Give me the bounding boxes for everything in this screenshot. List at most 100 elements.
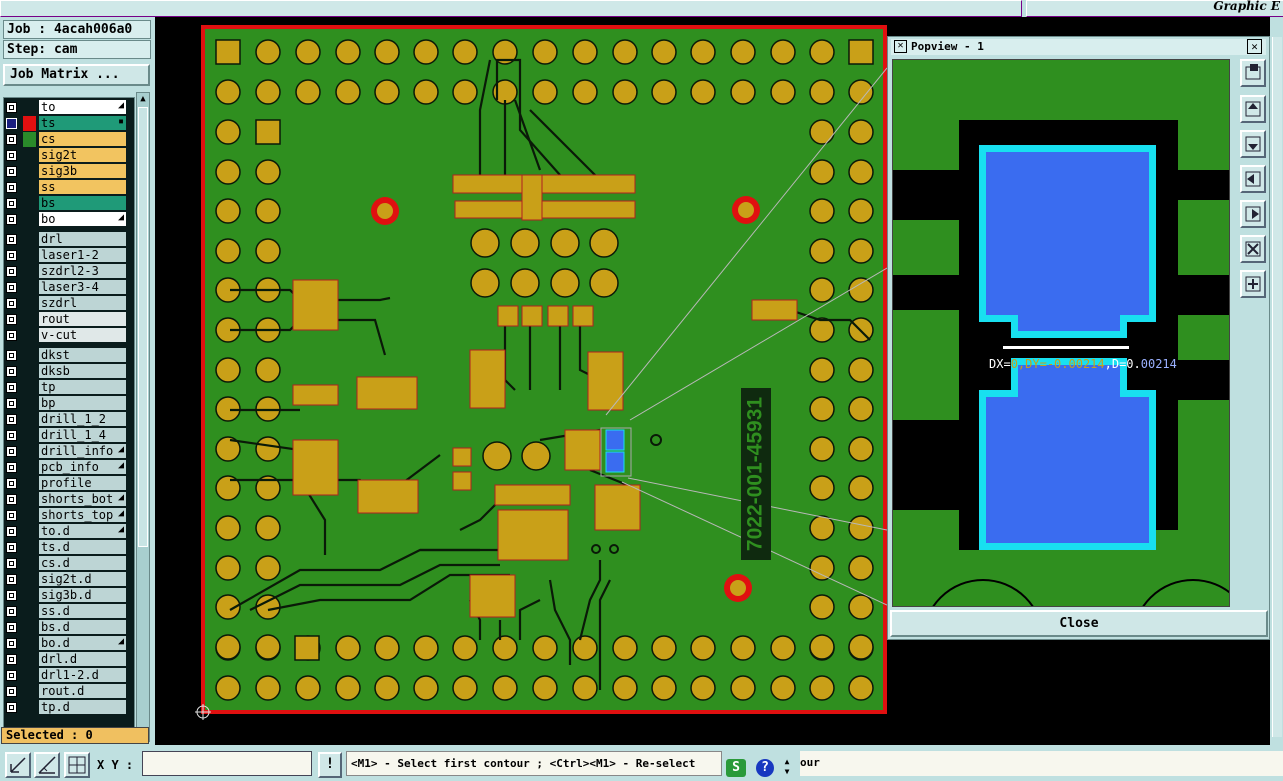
layer-checkbox[interactable]	[6, 350, 17, 361]
layer-checkbox[interactable]	[6, 638, 17, 649]
layer-checkbox[interactable]	[6, 330, 17, 341]
layer-row[interactable]: tp.d	[4, 700, 132, 715]
layer-checkbox[interactable]	[6, 702, 17, 713]
pan-down-icon[interactable]	[1240, 130, 1266, 158]
layer-row[interactable]: szdrl2-3	[4, 264, 132, 279]
layer-row[interactable]: sig2t.d	[4, 572, 132, 587]
layer-row[interactable]: cs	[4, 132, 132, 147]
layer-name[interactable]: drill_1_2	[39, 412, 126, 426]
layer-name[interactable]: bp	[39, 396, 126, 410]
layer-name[interactable]: drill_info	[39, 444, 126, 458]
layer-checkbox[interactable]	[6, 198, 17, 209]
layer-name[interactable]: rout.d	[39, 684, 126, 698]
layer-checkbox[interactable]	[6, 542, 17, 553]
xy-input[interactable]	[142, 751, 312, 776]
layer-checkbox[interactable]	[6, 234, 17, 245]
layer-checkbox[interactable]	[6, 510, 17, 521]
layer-checkbox[interactable]	[6, 134, 17, 145]
layer-name[interactable]: drill_1_4	[39, 428, 126, 442]
layer-row[interactable]: drill_info ◢	[4, 444, 132, 459]
zoom-window-icon[interactable]	[1240, 59, 1266, 87]
layer-checkbox[interactable]	[6, 150, 17, 161]
layer-name[interactable]: pcb_info	[39, 460, 126, 474]
right-scroll-strip[interactable]	[1272, 37, 1282, 737]
popview-close-button[interactable]: Close	[890, 610, 1268, 637]
layer-row[interactable]: to.d ◢	[4, 524, 132, 539]
s-app-icon[interactable]: S	[726, 759, 746, 777]
layer-checkbox[interactable]	[6, 118, 17, 129]
layer-checkbox[interactable]	[6, 314, 17, 325]
layer-row[interactable]: drill_1_2	[4, 412, 132, 427]
layer-row[interactable]: ss.d	[4, 604, 132, 619]
zoom-out-icon[interactable]	[1240, 235, 1266, 263]
zoom-in-icon[interactable]	[1240, 270, 1266, 298]
layer-name[interactable]: ts	[39, 116, 126, 130]
layer-checkbox[interactable]	[6, 654, 17, 665]
layer-name[interactable]: tp.d	[39, 700, 126, 714]
layer-name[interactable]: sig2t	[39, 148, 126, 162]
layer-row[interactable]: drl.d	[4, 652, 132, 667]
layer-row[interactable]: ss	[4, 180, 132, 195]
layer-name[interactable]: sig2t.d	[39, 572, 126, 586]
layer-checkbox[interactable]	[6, 430, 17, 441]
layer-checkbox[interactable]	[6, 606, 17, 617]
layer-row[interactable]: pcb_info ◢	[4, 460, 132, 475]
layer-name[interactable]: tp	[39, 380, 126, 394]
layer-name[interactable]: shorts_top	[39, 508, 126, 522]
layer-row[interactable]: bs.d	[4, 620, 132, 635]
layer-name[interactable]: rout	[39, 312, 126, 326]
layer-row[interactable]: laser1-2	[4, 248, 132, 263]
layer-name[interactable]: laser1-2	[39, 248, 126, 262]
layer-checkbox[interactable]	[6, 382, 17, 393]
layer-name[interactable]: szdrl	[39, 296, 126, 310]
layer-checkbox[interactable]	[6, 686, 17, 697]
layer-checkbox[interactable]	[6, 366, 17, 377]
layer-name[interactable]: laser3-4	[39, 280, 126, 294]
layer-row[interactable]: bo ◢	[4, 212, 132, 227]
layer-row[interactable]: tp	[4, 380, 132, 395]
layer-name[interactable]: cs.d	[39, 556, 126, 570]
layer-list-scrollbar[interactable]: ▲ ▼	[136, 92, 150, 742]
layer-row[interactable]: shorts_bot ◢	[4, 492, 132, 507]
layer-name[interactable]: szdrl2-3	[39, 264, 126, 278]
layer-checkbox[interactable]	[6, 494, 17, 505]
popview-titlebar[interactable]: ✕ Popview - 1 ✕	[891, 39, 1266, 55]
layer-checkbox[interactable]	[6, 462, 17, 473]
popview-canvas[interactable]: DX=0,DY=-0.00214,D=0.00214	[892, 59, 1230, 607]
layer-checkbox[interactable]	[6, 446, 17, 457]
layer-row[interactable]: cs.d	[4, 556, 132, 571]
layer-row[interactable]: profile	[4, 476, 132, 491]
layer-row[interactable]: ts.d	[4, 540, 132, 555]
layer-name[interactable]: to.d	[39, 524, 126, 538]
layer-name[interactable]: to	[39, 100, 126, 114]
board-canvas[interactable]: 7022-001-45931	[155, 17, 887, 745]
layer-name[interactable]: bo.d	[39, 636, 126, 650]
pan-left-icon[interactable]	[1240, 165, 1266, 193]
layer-name[interactable]: bo	[39, 212, 126, 226]
info-icon[interactable]: !	[318, 752, 342, 778]
layer-row[interactable]: shorts_top ◢	[4, 508, 132, 523]
layer-row[interactable]: drill_1_4	[4, 428, 132, 443]
layer-checkbox[interactable]	[6, 250, 17, 261]
spin-arrows-icon[interactable]: ▲ ▼	[781, 757, 793, 779]
close-icon[interactable]: ✕	[1247, 39, 1262, 54]
measure-tool-icon[interactable]	[34, 752, 60, 778]
layer-name[interactable]: ss	[39, 180, 126, 194]
layer-name[interactable]: v-cut	[39, 328, 126, 342]
snap-tool-icon[interactable]	[5, 752, 31, 778]
layer-checkbox[interactable]	[6, 182, 17, 193]
layer-checkbox[interactable]	[6, 574, 17, 585]
layer-checkbox[interactable]	[6, 478, 17, 489]
layer-checkbox[interactable]	[6, 526, 17, 537]
layer-row[interactable]: rout.d	[4, 684, 132, 699]
layer-row[interactable]: bs	[4, 196, 132, 211]
layer-name[interactable]: bs	[39, 196, 126, 210]
layer-checkbox[interactable]	[6, 670, 17, 681]
layer-name[interactable]: drl	[39, 232, 126, 246]
pan-up-icon[interactable]	[1240, 95, 1266, 123]
layer-name[interactable]: sig3b.d	[39, 588, 126, 602]
layer-name[interactable]: cs	[39, 132, 126, 146]
layer-name[interactable]: profile	[39, 476, 126, 490]
layer-name[interactable]: dksb	[39, 364, 126, 378]
layer-checkbox[interactable]	[6, 298, 17, 309]
